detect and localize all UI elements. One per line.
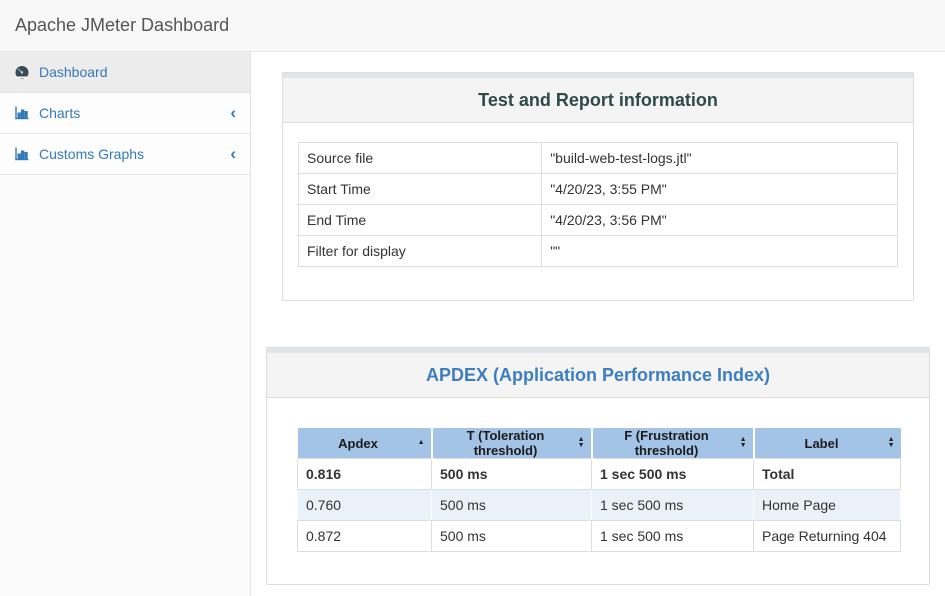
sort-both-icon: ▲▼	[740, 437, 747, 449]
sort-ascending-icon: ▲	[418, 440, 425, 446]
table-row: 0.872 500 ms 1 sec 500 ms Page Returning…	[298, 521, 901, 552]
label-value: Page Returning 404	[754, 521, 901, 552]
column-header-apdex[interactable]: Apdex ▲	[298, 428, 432, 459]
table-row-total: 0.816 500 ms 1 sec 500 ms Total	[298, 459, 901, 490]
apdex-value: 0.816	[298, 459, 432, 490]
dashboard-gauge-icon	[14, 64, 30, 80]
sidebar-item-customs-graphs[interactable]: Customs Graphs ‹	[0, 134, 250, 175]
column-header-label: T (Toleration threshold)	[467, 428, 545, 458]
apdex-value: 0.872	[298, 521, 432, 552]
column-header-frustration[interactable]: F (Frustration threshold) ▲▼	[592, 428, 754, 459]
column-header-label: Label	[805, 436, 839, 451]
bar-chart-icon	[14, 105, 30, 121]
test-info-panel-heading: Test and Report information	[283, 78, 913, 123]
frustration-value: 1 sec 500 ms	[592, 490, 754, 521]
info-label: End Time	[299, 205, 542, 236]
table-row: Filter for display ""	[299, 236, 898, 267]
table-row: Start Time "4/20/23, 3:55 PM"	[299, 174, 898, 205]
apdex-header-row: Apdex ▲ T (Toleration threshold) ▲▼	[298, 428, 901, 459]
bar-chart-icon	[14, 146, 30, 162]
apdex-panel-body: Apdex ▲ T (Toleration threshold) ▲▼	[267, 398, 929, 584]
test-info-panel: Test and Report information Source file …	[282, 72, 914, 301]
chevron-left-icon: ‹	[230, 104, 236, 121]
toleration-value: 500 ms	[432, 490, 592, 521]
test-info-panel-body: Source file "build-web-test-logs.jtl" St…	[283, 123, 913, 300]
toleration-value: 500 ms	[432, 459, 592, 490]
info-value: "build-web-test-logs.jtl"	[542, 143, 898, 174]
info-label: Start Time	[299, 174, 542, 205]
info-value: "4/20/23, 3:55 PM"	[542, 174, 898, 205]
test-info-title: Test and Report information	[293, 89, 903, 111]
label-value: Total	[754, 459, 901, 490]
main-content: Test and Report information Source file …	[251, 52, 945, 596]
sort-both-icon: ▲▼	[888, 437, 895, 449]
apdex-value: 0.760	[298, 490, 432, 521]
app-title: Apache JMeter Dashboard	[15, 15, 229, 36]
chevron-left-icon: ‹	[230, 145, 236, 162]
sort-both-icon: ▲▼	[578, 437, 585, 449]
apdex-title: APDEX (Application Performance Index)	[277, 364, 919, 386]
table-row: 0.760 500 ms 1 sec 500 ms Home Page	[298, 490, 901, 521]
info-label: Source file	[299, 143, 542, 174]
sidebar-item-label: Charts	[39, 105, 80, 121]
table-row: Source file "build-web-test-logs.jtl"	[299, 143, 898, 174]
apdex-table: Apdex ▲ T (Toleration threshold) ▲▼	[297, 428, 901, 552]
sidebar: Dashboard Charts ‹	[0, 52, 251, 596]
jmeter-dashboard-screen: Apache JMeter Dashboard Dashboard	[0, 0, 945, 596]
test-info-table: Source file "build-web-test-logs.jtl" St…	[298, 142, 898, 267]
sidebar-item-label: Customs Graphs	[39, 146, 144, 162]
apdex-panel: APDEX (Application Performance Index) Ap…	[266, 347, 930, 585]
column-header-label-col[interactable]: Label ▲▼	[754, 428, 901, 459]
column-header-label: Apdex	[338, 436, 378, 451]
frustration-value: 1 sec 500 ms	[592, 459, 754, 490]
info-label: Filter for display	[299, 236, 542, 267]
sidebar-item-charts[interactable]: Charts ‹	[0, 93, 250, 134]
apdex-panel-heading: APDEX (Application Performance Index)	[267, 353, 929, 398]
table-row: End Time "4/20/23, 3:56 PM"	[299, 205, 898, 236]
info-value: ""	[542, 236, 898, 267]
info-value: "4/20/23, 3:56 PM"	[542, 205, 898, 236]
column-header-toleration[interactable]: T (Toleration threshold) ▲▼	[432, 428, 592, 459]
main-layout: Dashboard Charts ‹	[0, 52, 945, 596]
column-header-label: F (Frustration threshold)	[624, 428, 709, 458]
label-value: Home Page	[754, 490, 901, 521]
toleration-value: 500 ms	[432, 521, 592, 552]
sidebar-item-dashboard[interactable]: Dashboard	[0, 52, 250, 93]
sidebar-item-label: Dashboard	[39, 64, 108, 80]
topbar: Apache JMeter Dashboard	[0, 0, 945, 52]
frustration-value: 1 sec 500 ms	[592, 521, 754, 552]
